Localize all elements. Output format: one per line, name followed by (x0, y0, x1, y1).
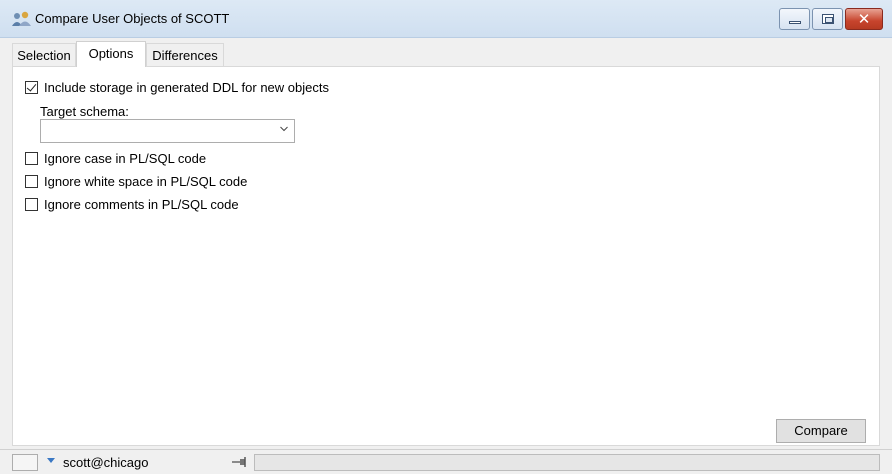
ignore-whitespace-checkbox[interactable] (25, 175, 38, 188)
minimize-button[interactable] (779, 8, 810, 30)
title-bar[interactable]: Compare User Objects of SCOTT ✕ (0, 0, 892, 38)
tab-selection[interactable]: Selection (12, 43, 76, 67)
include-storage-checkbox[interactable] (25, 81, 38, 94)
maximize-button[interactable] (812, 8, 843, 30)
ignore-case-checkbox[interactable] (25, 152, 38, 165)
chevron-down-icon (280, 126, 288, 132)
users-compare-icon (12, 11, 31, 26)
include-storage-option[interactable]: Include storage in generated DDL for new… (25, 80, 329, 95)
maximize-icon (822, 14, 834, 24)
connection-label: scott@chicago (63, 455, 149, 470)
ignore-case-option[interactable]: Ignore case in PL/SQL code (25, 151, 206, 166)
compare-button[interactable]: Compare (776, 419, 866, 443)
tab-differences[interactable]: Differences (146, 43, 224, 67)
target-schema-label: Target schema: (40, 104, 129, 119)
ignore-whitespace-option[interactable]: Ignore white space in PL/SQL code (25, 174, 247, 189)
pin-icon[interactable] (231, 456, 249, 468)
include-storage-label: Include storage in generated DDL for new… (44, 80, 329, 95)
ignore-comments-label: Ignore comments in PL/SQL code (44, 197, 239, 212)
ignore-comments-checkbox[interactable] (25, 198, 38, 211)
dropdown-triangle-icon (47, 458, 55, 463)
close-icon: ✕ (857, 10, 871, 28)
ignore-case-label: Ignore case in PL/SQL code (44, 151, 207, 166)
connection-selector[interactable]: scott@chicago (41, 453, 250, 472)
window-title: Compare User Objects of SCOTT (35, 11, 230, 26)
ignore-whitespace-label: Ignore white space in PL/SQL code (44, 174, 248, 189)
compare-window: Compare User Objects of SCOTT ✕ Selectio… (0, 0, 892, 474)
target-schema-select[interactable] (40, 119, 295, 143)
tab-options[interactable]: Options (76, 41, 146, 67)
status-bar: scott@chicago (0, 449, 892, 474)
close-button[interactable]: ✕ (845, 8, 883, 30)
status-indicator (12, 454, 38, 471)
ignore-comments-option[interactable]: Ignore comments in PL/SQL code (25, 197, 239, 212)
progress-bar (254, 454, 880, 471)
options-panel: Include storage in generated DDL for new… (12, 66, 880, 446)
minimize-icon (789, 21, 801, 24)
